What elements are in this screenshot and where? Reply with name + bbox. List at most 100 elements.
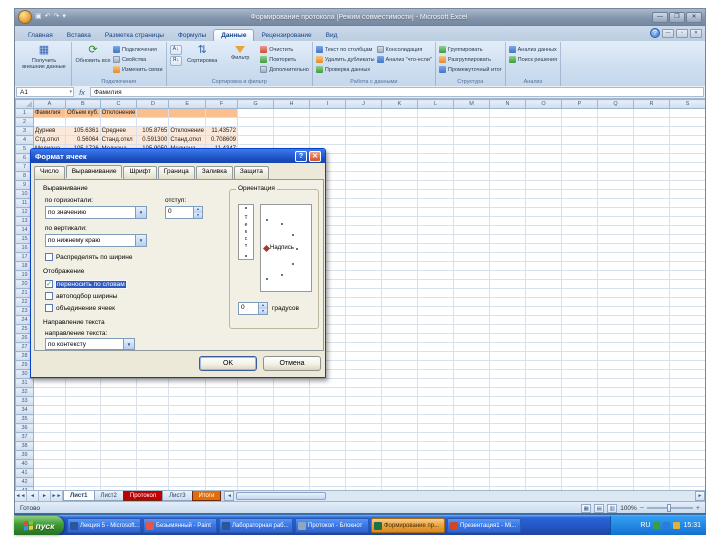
cell-R40[interactable] xyxy=(633,459,670,469)
cell-G4[interactable] xyxy=(237,135,274,145)
checkbox-box[interactable] xyxy=(45,253,53,261)
cell-C3[interactable]: Среднее xyxy=(99,126,138,136)
cell-P5[interactable] xyxy=(561,144,598,154)
cell-L27[interactable] xyxy=(417,342,454,352)
cell-E4[interactable]: Станд.откл xyxy=(168,135,206,145)
view-page-break-button[interactable]: ▥ xyxy=(607,503,618,513)
cell-N37[interactable] xyxy=(489,432,526,442)
cell-D33[interactable] xyxy=(136,396,170,406)
col-header-B[interactable]: B xyxy=(65,99,101,109)
cell-R5[interactable] xyxy=(633,144,670,154)
cell-Q9[interactable] xyxy=(597,180,634,190)
cell-M21[interactable] xyxy=(453,288,490,298)
cell-O39[interactable] xyxy=(525,450,562,460)
cell-O33[interactable] xyxy=(525,396,562,406)
cell-J37[interactable] xyxy=(345,432,382,442)
cell-O10[interactable] xyxy=(525,189,562,199)
cell-G43[interactable] xyxy=(237,486,274,490)
cell-P40[interactable] xyxy=(561,459,598,469)
cell-H41[interactable] xyxy=(273,468,310,478)
cell-C1[interactable]: Отклонение xyxy=(99,108,138,118)
cell-K12[interactable] xyxy=(381,207,418,217)
cell-K21[interactable] xyxy=(381,288,418,298)
cell-P20[interactable] xyxy=(561,279,598,289)
cell-G37[interactable] xyxy=(237,432,274,442)
name-box[interactable]: A1 ▾ xyxy=(16,87,74,97)
dialog-tab-Защита[interactable]: Защита xyxy=(233,166,269,179)
cell-S8[interactable] xyxy=(669,171,705,181)
chevron-down-icon[interactable]: ▼ xyxy=(135,235,146,246)
cell-R30[interactable] xyxy=(633,369,670,379)
cell-P13[interactable] xyxy=(561,216,598,226)
cell-B40[interactable] xyxy=(65,459,101,469)
cell-Q37[interactable] xyxy=(597,432,634,442)
cell-N29[interactable] xyxy=(489,360,526,370)
cell-B38[interactable] xyxy=(65,441,101,451)
cell-I39[interactable] xyxy=(309,450,346,460)
checkbox-box[interactable] xyxy=(45,292,53,300)
cell-O18[interactable] xyxy=(525,261,562,271)
ribbon-tab-Вставка[interactable]: Вставка xyxy=(60,30,98,41)
cell-K27[interactable] xyxy=(381,342,418,352)
cell-R37[interactable] xyxy=(633,432,670,442)
cell-P6[interactable] xyxy=(561,153,598,163)
cell-M33[interactable] xyxy=(453,396,490,406)
cell-Q29[interactable] xyxy=(597,360,634,370)
cell-Q10[interactable] xyxy=(597,189,634,199)
cell-L19[interactable] xyxy=(417,270,454,280)
cell-K6[interactable] xyxy=(381,153,418,163)
cell-P21[interactable] xyxy=(561,288,598,298)
cell-O20[interactable] xyxy=(525,279,562,289)
cell-L26[interactable] xyxy=(417,333,454,343)
taskbar-item[interactable]: Лабораторная раб... xyxy=(219,518,293,533)
cell-C36[interactable] xyxy=(100,423,138,433)
cell-I1[interactable] xyxy=(309,108,346,118)
zoom-slider-thumb[interactable] xyxy=(666,504,671,512)
cell-N31[interactable] xyxy=(489,378,526,388)
cell-R12[interactable] xyxy=(633,207,670,217)
cell-L39[interactable] xyxy=(417,450,454,460)
cell-P38[interactable] xyxy=(561,441,598,451)
cell-N19[interactable] xyxy=(489,270,526,280)
cell-L11[interactable] xyxy=(417,198,454,208)
cell-R27[interactable] xyxy=(633,342,670,352)
dial-handle[interactable] xyxy=(262,244,271,253)
cell-L6[interactable] xyxy=(417,153,454,163)
cell-O36[interactable] xyxy=(525,423,562,433)
cell-L9[interactable] xyxy=(417,180,454,190)
cell-Q31[interactable] xyxy=(597,378,634,388)
cell-N13[interactable] xyxy=(489,216,526,226)
cell-I34[interactable] xyxy=(309,405,346,415)
cell-K25[interactable] xyxy=(381,324,418,334)
row-header-31[interactable]: 31 xyxy=(15,378,34,388)
cell-R19[interactable] xyxy=(633,270,670,280)
cell-O24[interactable] xyxy=(525,315,562,325)
cell-J39[interactable] xyxy=(345,450,382,460)
row-header-41[interactable]: 41 xyxy=(15,468,34,478)
cell-P27[interactable] xyxy=(561,342,598,352)
cell-Q11[interactable] xyxy=(597,198,634,208)
cell-S32[interactable] xyxy=(669,387,705,397)
cell-I2[interactable] xyxy=(309,117,346,127)
cell-Q38[interactable] xyxy=(597,441,634,451)
cell-M38[interactable] xyxy=(453,441,490,451)
cell-N16[interactable] xyxy=(489,243,526,253)
cell-N30[interactable] xyxy=(489,369,526,379)
ungroup-button[interactable]: Разгруппировать xyxy=(438,55,502,64)
ribbon-tab-Вид[interactable]: Вид xyxy=(319,30,345,41)
cell-S1[interactable] xyxy=(669,108,705,118)
cell-B36[interactable] xyxy=(65,423,101,433)
cell-N25[interactable] xyxy=(489,324,526,334)
edit-links-button[interactable]: Изменить связи xyxy=(113,65,163,74)
cell-L32[interactable] xyxy=(417,387,454,397)
cell-H32[interactable] xyxy=(273,387,310,397)
cell-M4[interactable] xyxy=(453,135,490,145)
cell-L31[interactable] xyxy=(417,378,454,388)
prev-sheet-button[interactable]: ◄ xyxy=(27,491,39,501)
cell-O21[interactable] xyxy=(525,288,562,298)
cell-E34[interactable] xyxy=(168,405,206,415)
cell-J16[interactable] xyxy=(345,243,382,253)
cell-R13[interactable] xyxy=(633,216,670,226)
cell-K35[interactable] xyxy=(381,414,418,424)
cell-S21[interactable] xyxy=(669,288,705,298)
